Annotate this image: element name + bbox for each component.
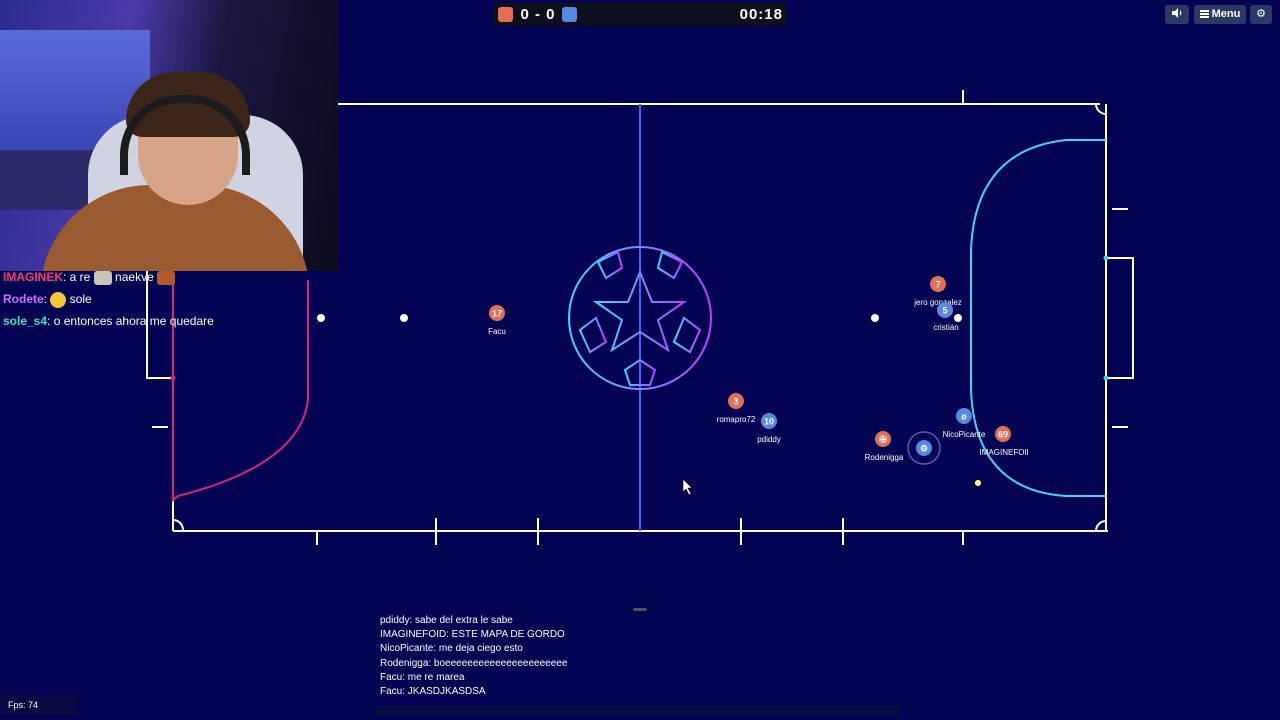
player-name: cristián <box>933 323 958 332</box>
player-name: romapro72 <box>717 415 756 424</box>
player-red: ✠ Rodenigga <box>865 431 904 462</box>
chat-message: IMAGINEFOID: ESTE MAPA DE GORDO <box>380 629 565 641</box>
mouse-cursor <box>682 478 693 496</box>
player-number: ✠ <box>879 435 887 445</box>
player-number: 3 <box>733 397 738 407</box>
player-name: jero gonzalez <box>913 298 962 307</box>
player-name: pdiddy <box>757 435 781 444</box>
hamburger-icon <box>1199 10 1209 18</box>
stream-chat-message: sole_s4: o entonces ahora me quedare <box>3 314 214 328</box>
player-blue: 10 pdiddy <box>757 413 781 444</box>
player-number: 10 <box>764 417 774 427</box>
player-number: ø <box>961 412 967 422</box>
stream-chat-user: sole_s4 <box>3 314 48 328</box>
sound-button[interactable] <box>1165 5 1189 24</box>
stream-chat-user: Rodete <box>3 292 44 306</box>
player-name: NicoPicante <box>943 430 986 439</box>
game-chat: pdiddy: sabe del extra le sabe IMAGINEFO… <box>373 608 906 719</box>
stream-chat-message: Rodete: sole <box>3 291 92 308</box>
player-number: 5 <box>942 306 947 316</box>
fps-counter: Fps: 74 <box>0 695 78 715</box>
player-red: 17 Facu <box>488 305 506 336</box>
gear-icon: ⚙ <box>1256 8 1266 20</box>
blue-team-chip <box>562 7 577 22</box>
player-number: ⚙ <box>920 444 928 454</box>
chat-input[interactable] <box>376 706 900 716</box>
chat-message: Facu: me re marea <box>380 671 465 683</box>
streamer-webcam <box>0 0 338 271</box>
player-number: 17 <box>492 309 502 319</box>
chat-message: pdiddy: sabe del extra le sabe <box>380 615 513 626</box>
stream-chat-overlay: IMAGINEK: a re naekve Rodete: sole sole_… <box>3 266 214 332</box>
chat-message: NicoPicante: me deja ciego esto <box>380 643 523 655</box>
player-red: 7 jero gonzalez <box>913 276 962 307</box>
player-name: Facu <box>488 327 506 336</box>
player-name: IMAGINEFOIl <box>980 448 1029 457</box>
speaker-icon <box>1172 8 1182 18</box>
chat-message: Facu: JKASDJKASDSA <box>380 686 486 698</box>
stream-chat-message: IMAGINEK: a re naekve <box>3 266 214 288</box>
chat-resize-handle[interactable] <box>633 608 647 611</box>
menu-button[interactable]: Menu <box>1194 5 1246 24</box>
player-blue: ø NicoPicante <box>943 408 986 439</box>
player-red: 3 romapro72 <box>717 393 756 424</box>
red-team-chip <box>498 7 513 22</box>
game-ball <box>974 479 982 487</box>
match-timer: 00:18 <box>739 6 783 23</box>
player-number: 69 <box>998 430 1008 440</box>
chat-message: Rodenigga: boeeeeeeeeeeeeeeeeeeeeee <box>380 657 568 669</box>
right-penalty-area <box>970 139 1106 497</box>
thinking-emote <box>50 291 67 308</box>
stream-chat-user: IMAGINEK <box>3 270 63 284</box>
player-name: Rodenigga <box>865 453 904 462</box>
player-red: 69 IMAGINEFOIl <box>980 426 1029 457</box>
settings-button[interactable]: ⚙ <box>1250 5 1272 24</box>
player-blue: ⚙ <box>916 440 932 456</box>
image-emote <box>93 270 112 285</box>
chat-log: pdiddy: sabe del extra le sabe IMAGINEFO… <box>380 614 567 699</box>
player-number: 7 <box>935 280 940 290</box>
image-emote <box>157 270 176 285</box>
scoreboard: 0 - 0 00:18 <box>493 3 787 26</box>
score: 0 - 0 <box>520 6 556 23</box>
